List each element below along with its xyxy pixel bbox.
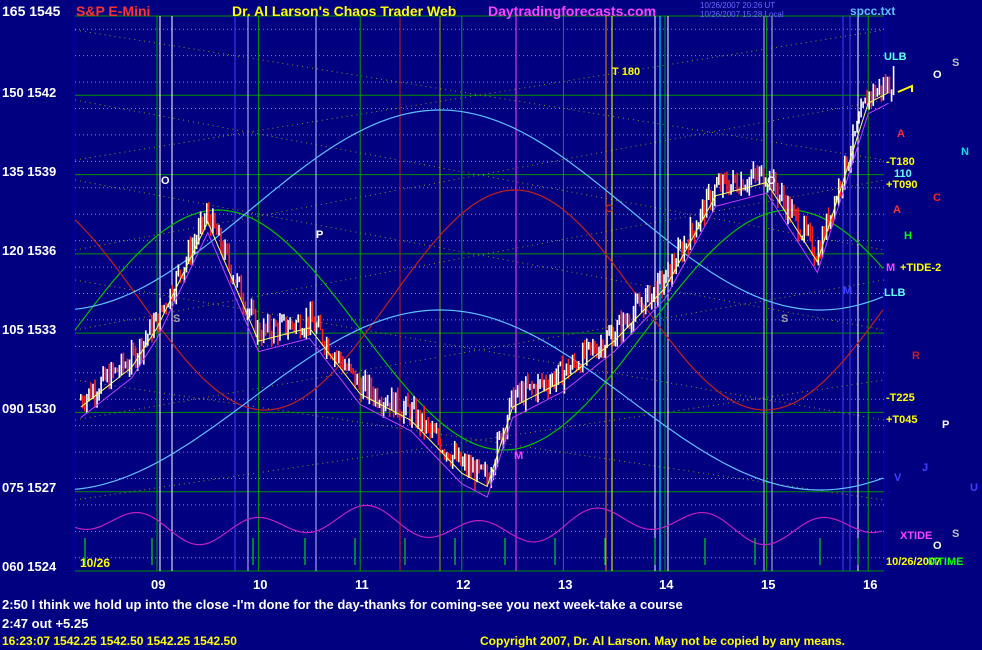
planet-letter: J: [922, 462, 929, 474]
planet-letter: R: [912, 350, 920, 362]
planet-letter: O: [933, 69, 942, 81]
y-tick-label: 090 1530: [2, 401, 57, 416]
comment-line: 2:50 I think we hold up into the close -…: [2, 597, 683, 612]
planet-letter: O: [933, 540, 942, 552]
x-tick-label: 16: [863, 577, 878, 592]
current-price-marker: [897, 84, 913, 93]
y-tick-label: 135 1539: [2, 164, 57, 179]
chart-letter: S: [173, 313, 181, 325]
chart-letter: O: [767, 175, 776, 187]
llb-label: LLB: [884, 287, 906, 299]
chart-letter: O: [161, 175, 170, 187]
planet-letter: S: [952, 528, 960, 540]
planet-letter: S: [952, 57, 960, 69]
planet-letter: H: [904, 230, 912, 242]
xtide-label: XTIDE: [900, 530, 933, 542]
y-tick-label: 150 1542: [2, 85, 57, 100]
timestamp-local: 10/26/2007 15:28 Local: [700, 10, 784, 19]
x-tick-label: 10: [253, 577, 268, 592]
mtime-label: MTIME: [928, 556, 964, 568]
date-label: 10/26: [80, 556, 111, 570]
x-tick-label: 14: [659, 577, 674, 592]
chart-letter: P: [316, 229, 324, 241]
chart-letter: S: [781, 313, 789, 325]
y-tick-label: 075 1527: [2, 480, 57, 495]
y-tick-label: 105 1533: [2, 322, 57, 337]
x-tick-label: 11: [355, 577, 369, 592]
corner-price-label: 165 1545: [2, 3, 61, 19]
chart-letter: M: [514, 450, 524, 462]
last-quote: 16:23:07 1542.25 1542.50 1542.25 1542.50: [2, 634, 237, 648]
chart-letter: T 180: [612, 66, 641, 78]
t225-label: -T225: [886, 392, 915, 404]
planet-letter: A: [893, 204, 901, 216]
planet-letter: M: [886, 262, 896, 274]
x-tick-label: 12: [456, 577, 471, 592]
site-link[interactable]: Daytradingforecasts.com: [488, 3, 656, 19]
chart-letter: C: [605, 203, 613, 215]
y-tick-label: 120 1536: [2, 243, 57, 258]
x-tick-label: 09: [151, 577, 166, 592]
x-tick-label: 13: [558, 577, 573, 592]
x-tick-label: 15: [761, 577, 776, 592]
t180-label: -T180: [886, 156, 915, 168]
planet-letter: A: [897, 128, 905, 140]
tide2-label: +TIDE-2: [900, 262, 942, 274]
y-tick-label: 060 1524: [2, 559, 57, 574]
t045-label: +T045: [886, 414, 918, 426]
copyright: Copyright 2007, Dr. Al Larson. May not b…: [480, 634, 845, 648]
ulb-label: ULB: [884, 51, 907, 63]
chart-canvas: [74, 15, 913, 572]
planet-letter: V: [894, 472, 902, 484]
planet-letter: N: [961, 146, 969, 158]
planet-letter: C: [933, 192, 941, 204]
timestamp-ut: 10/26/2007 20:26 UT: [700, 1, 776, 10]
chart-title: S&P E-Mini: [76, 3, 151, 19]
chart-letter: M: [843, 285, 853, 297]
t090-label: +T090: [886, 179, 918, 191]
file-name: spcc.txt: [850, 4, 896, 18]
planet-letter: P: [942, 419, 950, 431]
planet-letter: U: [970, 482, 978, 494]
app-title: Dr. Al Larson's Chaos Trader Web: [232, 3, 457, 19]
out-note: 2:47 out +5.25: [2, 616, 89, 631]
